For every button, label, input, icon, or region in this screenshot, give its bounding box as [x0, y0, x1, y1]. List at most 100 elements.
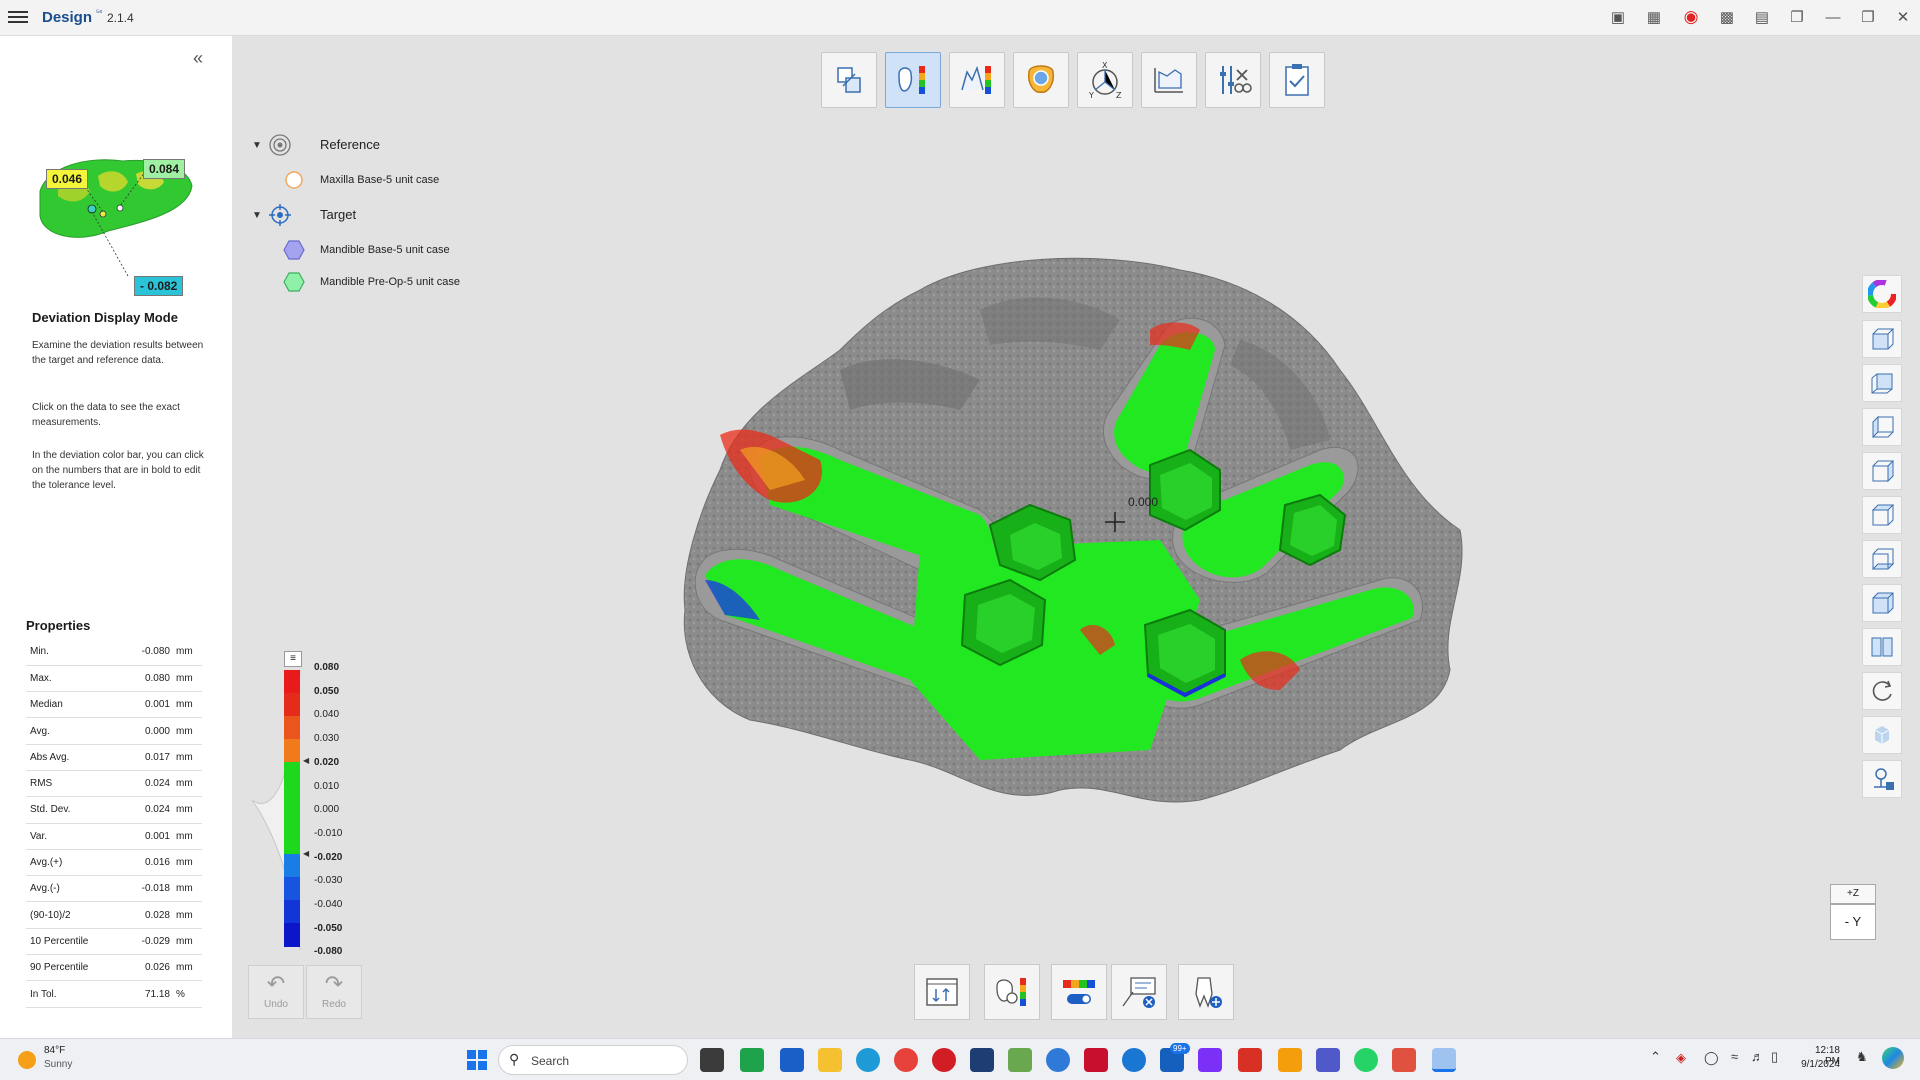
view-cube[interactable]: +Z - Y — [1830, 884, 1876, 946]
split-view-button[interactable] — [1862, 628, 1902, 666]
colorbar-label[interactable]: 0.050 — [314, 686, 339, 697]
windows-start-icon[interactable] — [465, 1048, 489, 1072]
rotate-view-button[interactable] — [1862, 672, 1902, 710]
properties-title: Properties — [26, 618, 91, 633]
colorbar-segment — [284, 693, 300, 717]
settings-app-icon[interactable] — [1046, 1048, 1070, 1072]
data-compare-button[interactable] — [914, 964, 970, 1020]
solid-view-button[interactable] — [1862, 716, 1902, 754]
colorbar-label[interactable]: -0.080 — [314, 946, 342, 957]
property-label: Avg. — [26, 717, 123, 745]
app-superscript: ⁵ᵉ — [96, 8, 103, 17]
chrome-icon[interactable] — [894, 1048, 918, 1072]
edge-icon[interactable] — [856, 1048, 880, 1072]
copilot-icon[interactable] — [1882, 1047, 1904, 1069]
reference-item-label[interactable]: Maxilla Base-5 unit case — [320, 174, 439, 186]
undo-button[interactable]: ↶ Undo — [248, 965, 304, 1019]
tools-button[interactable] — [1205, 52, 1261, 108]
target-item-1-label[interactable]: Mandible Base-5 unit case — [320, 244, 450, 256]
view-top-button[interactable] — [1862, 496, 1902, 534]
add-view-button[interactable] — [1862, 760, 1902, 798]
target-item-2-label[interactable]: Mandible Pre-Op-5 unit case — [320, 276, 460, 288]
deviation-settings-button[interactable] — [984, 964, 1040, 1020]
screen-capture-icon[interactable]: ▣ — [1607, 8, 1629, 26]
record-area-icon[interactable]: ▦ — [1643, 8, 1665, 26]
margin-tool-button[interactable] — [1013, 52, 1069, 108]
color-wheel-button[interactable] — [1862, 275, 1902, 313]
image-icon[interactable]: ▤ — [1751, 8, 1773, 26]
wifi-icon[interactable]: ≈ — [1731, 1049, 1738, 1064]
app-red-c-icon[interactable] — [1392, 1048, 1416, 1072]
report-tool-button[interactable] — [1269, 52, 1325, 108]
measurement-label: 0.000 — [1128, 495, 1158, 509]
view-cube-top[interactable]: +Z — [1830, 884, 1876, 904]
property-label: 90 Percentile — [26, 954, 123, 982]
colorbar-label[interactable]: 0.020 — [314, 757, 339, 768]
view-cube-front[interactable]: - Y — [1830, 904, 1876, 940]
view-front-button[interactable] — [1862, 320, 1902, 358]
colorbar-label[interactable]: -0.050 — [314, 923, 342, 934]
add-tooth-button[interactable] — [1178, 964, 1234, 1020]
whatsapp-icon[interactable] — [1354, 1048, 1378, 1072]
microphone-icon[interactable]: ◯ — [1704, 1050, 1719, 1066]
view-left-button[interactable] — [1862, 408, 1902, 446]
notifications-icon[interactable]: ♞ — [1856, 1049, 1868, 1065]
axis-tool-button[interactable]: X Y Z — [1077, 52, 1133, 108]
app-green-icon[interactable] — [740, 1048, 764, 1072]
colorbar-label[interactable]: 0.080 — [314, 662, 339, 673]
camera-icon[interactable]: ▩ — [1716, 8, 1738, 26]
clock-date[interactable]: 9/1/2024 — [1796, 1059, 1840, 1070]
minimize-icon[interactable]: — — [1822, 8, 1844, 26]
property-label: Min. — [26, 639, 123, 666]
battery-icon[interactable]: ▯ — [1771, 1049, 1778, 1065]
3d-model-viewport[interactable]: 0.000 — [680, 250, 1470, 820]
task-view-icon[interactable] — [700, 1048, 724, 1072]
annotation-remove-button[interactable] — [1111, 964, 1167, 1020]
target-item-2-color-icon[interactable] — [283, 272, 305, 292]
view-bottom-button[interactable] — [1862, 540, 1902, 578]
property-value: 0.024 — [122, 796, 176, 824]
terminal-icon[interactable] — [970, 1048, 994, 1072]
colormap-toggle-button[interactable] — [1051, 964, 1107, 1020]
target-item-1-color-icon[interactable] — [283, 240, 305, 260]
weather-sun-icon[interactable] — [18, 1051, 36, 1069]
tolerance-upper-marker[interactable]: ◀ — [303, 756, 309, 765]
view-iso-button[interactable] — [1862, 584, 1902, 622]
redo-button[interactable]: ↷ Redo — [306, 965, 362, 1019]
opera-icon[interactable] — [932, 1048, 956, 1072]
window-snap-icon[interactable]: ❐ — [1786, 8, 1808, 26]
app-red-grid-icon[interactable] — [1084, 1048, 1108, 1072]
close-icon[interactable]: ✕ — [1892, 8, 1914, 26]
maximize-icon[interactable]: ❐ — [1857, 8, 1879, 26]
target-expand-arrow[interactable]: ▼ — [252, 210, 262, 221]
view-right-button[interactable] — [1862, 452, 1902, 490]
collapse-panel-icon[interactable]: « — [193, 48, 203, 69]
design-app-icon[interactable] — [1432, 1048, 1456, 1072]
tolerance-lower-marker[interactable]: ◀ — [303, 849, 309, 858]
align-tool-button[interactable] — [821, 52, 877, 108]
annotation-remove-icon — [1122, 977, 1156, 1008]
view-back-button[interactable] — [1862, 364, 1902, 402]
cross-section-tool-button[interactable] — [949, 52, 1005, 108]
measure-tool-button[interactable] — [1141, 52, 1197, 108]
reference-item-color-icon[interactable] — [284, 171, 304, 189]
photos-icon[interactable] — [1008, 1048, 1032, 1072]
cube-iso-icon — [1872, 592, 1894, 614]
tray-chevron-icon[interactable]: ⌃ — [1650, 1049, 1661, 1065]
app-purple-icon[interactable] — [1198, 1048, 1222, 1072]
tray-app-icon[interactable]: ◈ — [1676, 1050, 1686, 1066]
menu-icon[interactable] — [8, 8, 28, 26]
taskbar-search[interactable]: ⚲ Search — [498, 1045, 688, 1075]
record-icon[interactable]: ◉ — [1680, 7, 1702, 26]
teams-icon[interactable] — [1316, 1048, 1340, 1072]
reference-expand-arrow[interactable]: ▼ — [252, 140, 262, 151]
pdf-icon[interactable] — [1238, 1048, 1262, 1072]
app-orange-icon[interactable] — [1278, 1048, 1302, 1072]
volume-icon[interactable]: ♬ — [1751, 1049, 1764, 1064]
file-explorer-icon[interactable] — [818, 1048, 842, 1072]
deviation-color-bar[interactable] — [284, 670, 300, 947]
colorbar-label[interactable]: -0.020 — [314, 852, 342, 863]
deviation-tool-button[interactable] — [885, 52, 941, 108]
app-blue-circle-icon[interactable] — [1122, 1048, 1146, 1072]
outlook-icon[interactable] — [780, 1048, 804, 1072]
